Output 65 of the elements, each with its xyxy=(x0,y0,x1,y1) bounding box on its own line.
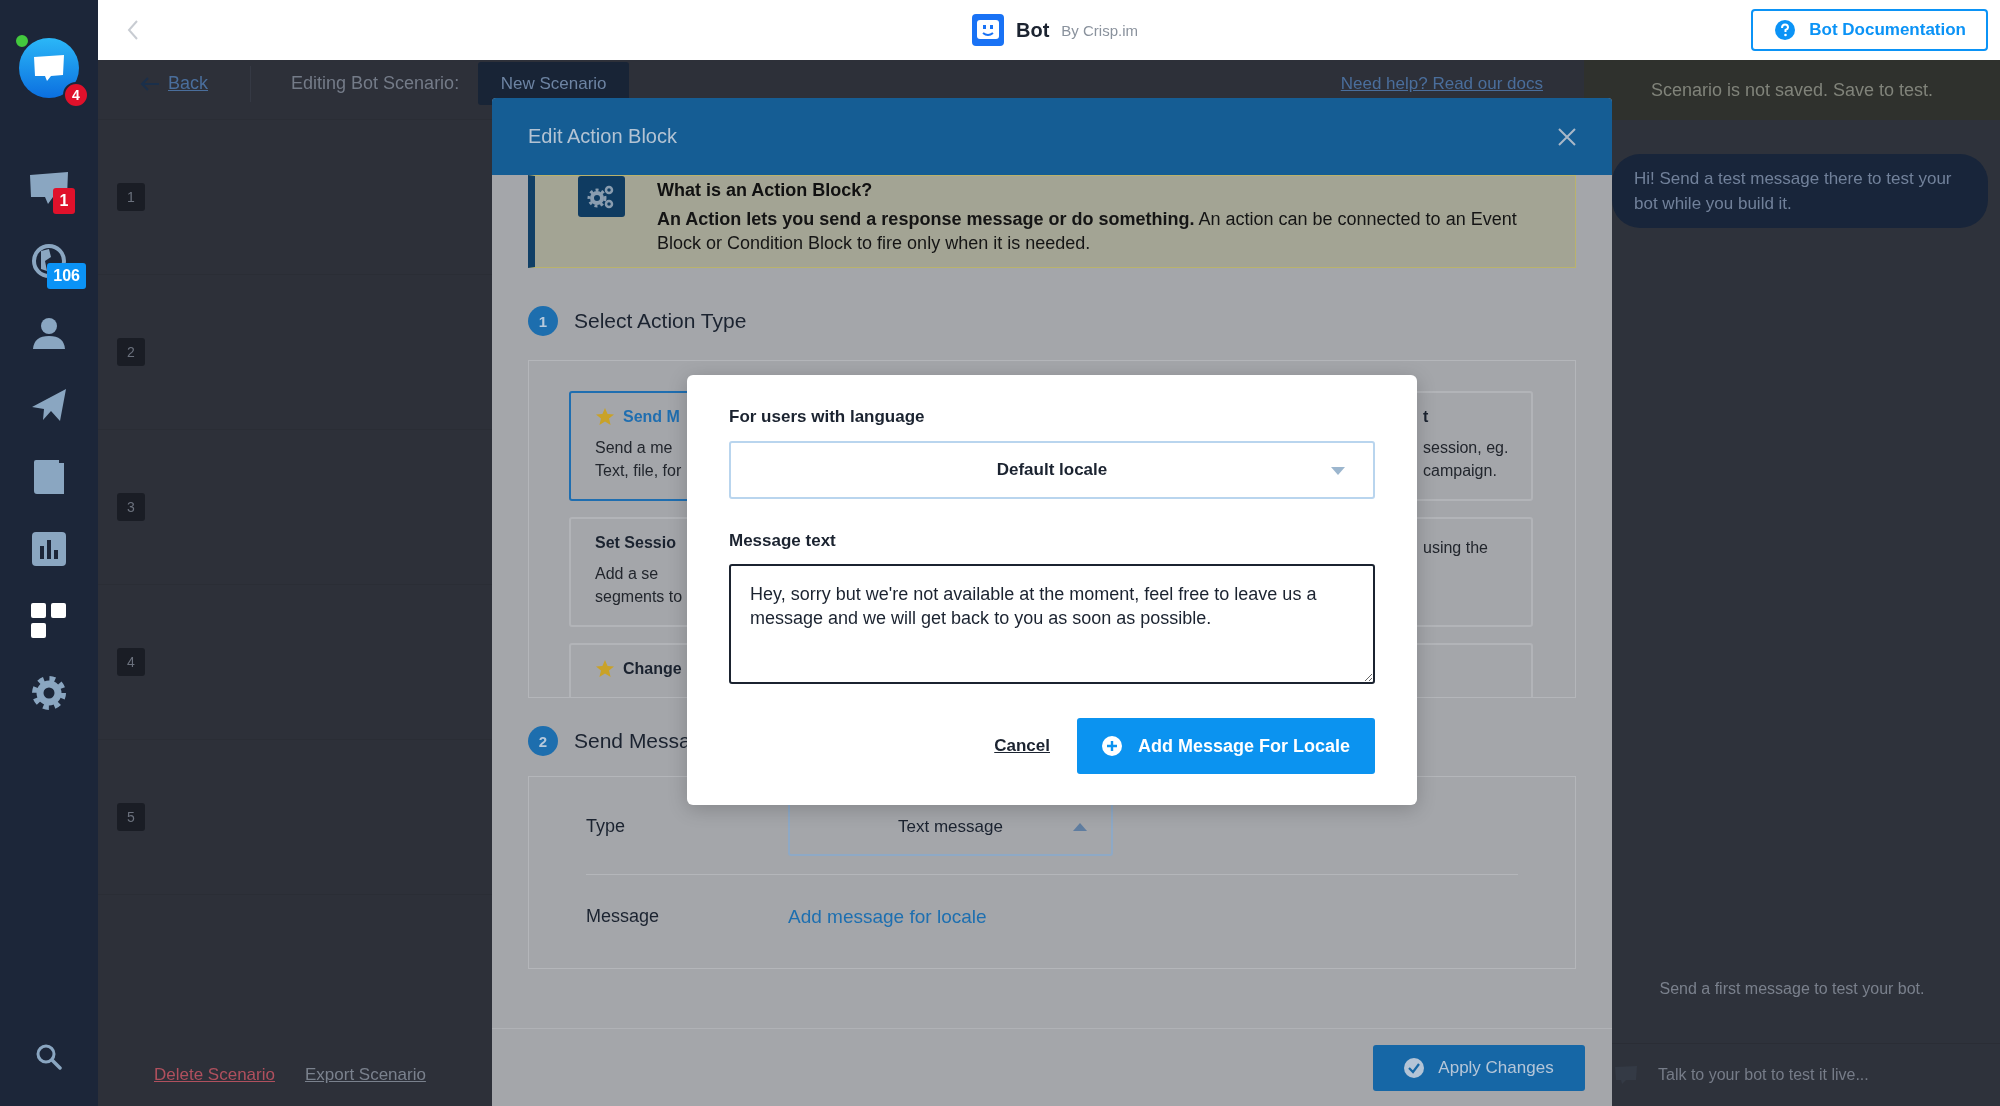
empty-chat-hint: Send a first message to test your bot. xyxy=(1658,980,1926,999)
info-text: An Action lets you send a response message or do something. An action can be connected to an Event Block or Condition Block to fire only when it is needed. xyxy=(657,208,1518,255)
step-title: Select Action Type xyxy=(574,309,747,333)
card-description: Add a se xyxy=(595,564,659,584)
close-icon[interactable] xyxy=(1558,127,1576,146)
apply-changes-button[interactable]: Apply Changes xyxy=(1373,1044,1585,1091)
count-badge: 106 xyxy=(47,263,86,289)
help-link[interactable]: Need help? Read our docs xyxy=(1340,73,1543,94)
chat-logo-icon[interactable] xyxy=(19,38,79,98)
plus-circle-icon xyxy=(1101,736,1122,756)
field-label: Type xyxy=(586,816,627,837)
export-scenario-link[interactable]: Export Scenario xyxy=(304,1065,426,1085)
paper-plane-icon[interactable] xyxy=(31,387,67,423)
card-description: using the xyxy=(1423,538,1488,558)
card-title: t xyxy=(1423,408,1429,426)
card-description: segments to xyxy=(595,587,683,607)
notification-badge: 4 xyxy=(63,82,89,108)
help-icon xyxy=(1775,20,1796,40)
message-input[interactable]: Talk to your bot to test it live... xyxy=(1656,1065,2000,1085)
row-number: 3 xyxy=(117,493,145,521)
check-circle-icon xyxy=(1404,1057,1425,1078)
field-label: Message text xyxy=(729,531,837,551)
card-description: Text, file, for xyxy=(595,461,682,481)
caret-icon xyxy=(1073,823,1087,831)
language-select[interactable]: Default locale xyxy=(729,441,1375,499)
status-banner: Scenario is not saved. Save to test. xyxy=(1584,60,2000,120)
person-icon[interactable] xyxy=(32,316,66,350)
row-number: 4 xyxy=(117,648,145,676)
message-textarea[interactable]: Hey, sorry but we're not available at the moment, feel free to leave us a message and we will get back to you as soon as possible. xyxy=(729,564,1375,684)
card-description: session, eg. xyxy=(1423,438,1509,458)
step-number: 1 xyxy=(528,306,558,336)
info-title: What is an Action Block? xyxy=(657,180,874,201)
field-label: For users with language xyxy=(729,407,926,427)
cancel-link[interactable]: Cancel xyxy=(994,736,1050,756)
caret-icon xyxy=(1331,467,1345,475)
card-title: Change xyxy=(623,660,682,678)
star-icon xyxy=(595,659,615,679)
card-description: campaign. xyxy=(1423,461,1497,481)
card-title: Send M xyxy=(623,408,680,426)
page-title: Bot xyxy=(1016,18,1050,42)
card-description: Send a me xyxy=(595,438,673,458)
search-icon[interactable] xyxy=(36,1044,62,1070)
settings-icon[interactable] xyxy=(31,675,67,711)
row-number: 5 xyxy=(117,803,145,831)
step-number: 2 xyxy=(528,726,558,756)
field-label: Message xyxy=(586,906,661,927)
bot-face-icon xyxy=(972,14,1004,46)
add-message-link[interactable]: Add message for locale xyxy=(788,905,987,928)
row-number: 1 xyxy=(117,183,145,211)
dialog-title: Edit Action Block xyxy=(528,125,677,148)
row-number: 2 xyxy=(117,338,145,366)
back-link[interactable]: Back xyxy=(140,73,209,94)
gears-icon xyxy=(578,176,625,217)
grid-squares-icon[interactable] xyxy=(31,603,67,639)
page-subtitle: By Crisp.im xyxy=(1061,21,1138,39)
delete-scenario-link[interactable]: Delete Scenario xyxy=(154,1065,275,1085)
documentation-button[interactable]: Bot Documentation xyxy=(1751,9,1988,51)
card-title: Set Sessio xyxy=(595,534,676,552)
chat-bubble: Hi! Send a test message there to test your bot while you build it. xyxy=(1612,154,1988,228)
bar-chart-icon[interactable] xyxy=(32,532,66,566)
count-badge: 1 xyxy=(53,188,75,214)
book-icon[interactable] xyxy=(33,459,65,495)
editing-label: Editing Bot Scenario: xyxy=(291,73,460,94)
add-message-button[interactable]: Add Message For Locale xyxy=(1077,718,1375,774)
star-icon xyxy=(595,407,615,427)
